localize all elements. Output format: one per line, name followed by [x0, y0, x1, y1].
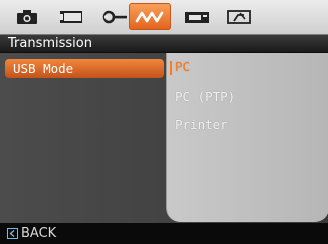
tab-video[interactable] [50, 3, 92, 30]
menu-tab-bar [0, 0, 328, 34]
tab-print[interactable] [176, 3, 218, 30]
main-panel: USB Mode PC PC (PTP) Printer [0, 53, 328, 223]
menu-item-usb-mode[interactable]: USB Mode [5, 59, 164, 78]
footer-bar: BACK [0, 223, 328, 244]
section-title: Transmission [0, 34, 328, 52]
option-pc-ptp[interactable]: PC (PTP) [175, 89, 235, 104]
wrench-icon [102, 10, 127, 23]
tab-connection[interactable] [129, 3, 171, 30]
options-panel: PC PC (PTP) Printer [166, 53, 328, 222]
connection-icon [135, 11, 164, 22]
left-arrow-key-icon [7, 228, 18, 239]
video-icon [60, 10, 82, 23]
option-pc[interactable]: PC [175, 59, 190, 74]
edit-icon [227, 9, 251, 24]
back-button[interactable]: BACK [21, 226, 56, 241]
print-icon [185, 11, 209, 23]
selection-cursor [170, 61, 172, 75]
camera-icon [17, 9, 37, 24]
option-printer[interactable]: Printer [175, 117, 228, 132]
tab-camera[interactable] [6, 3, 48, 30]
tab-edit[interactable] [218, 3, 260, 30]
menu-item-label: USB Mode [13, 61, 74, 76]
